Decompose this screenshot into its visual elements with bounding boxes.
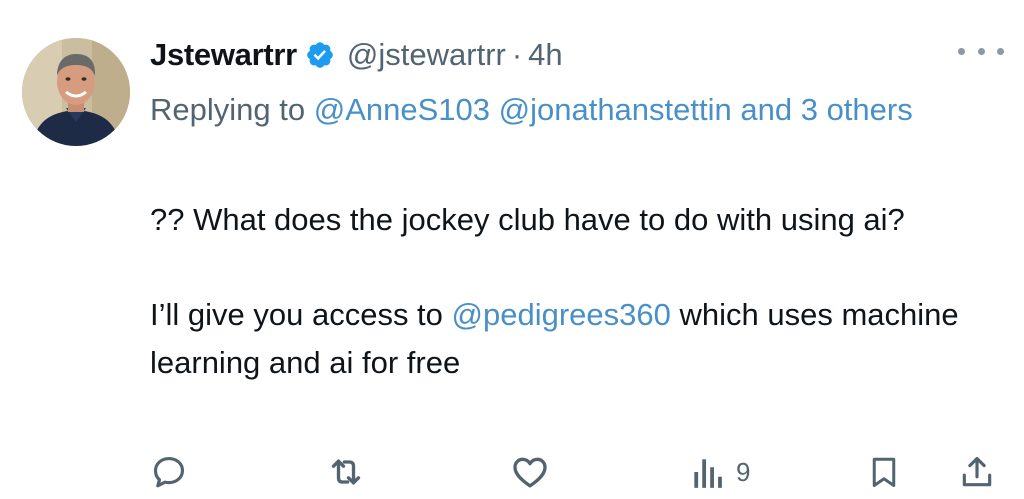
retweet-button[interactable]: [326, 450, 366, 494]
tweet-paragraph-2: I’ll give you access to @pedigrees360 wh…: [150, 291, 1010, 387]
tweet-text: ?? What does the jockey club have to do …: [150, 196, 1010, 387]
reply-button[interactable]: [150, 450, 188, 494]
bookmark-button[interactable]: [866, 450, 902, 494]
more-dot: [997, 47, 1004, 55]
tweet-text-segment: I’ll give you access to: [150, 297, 452, 332]
author-display-name[interactable]: Jstewartrr: [150, 37, 297, 73]
views-icon: [694, 459, 722, 488]
replying-prefix: Replying to: [150, 92, 314, 127]
views-button[interactable]: 9: [690, 450, 750, 494]
like-button[interactable]: [510, 450, 550, 494]
share-button[interactable]: [958, 450, 996, 494]
mention-and-others[interactable]: and 3 others: [740, 92, 912, 127]
replying-to: Replying to @AnneS103 @jonathanstettin a…: [150, 84, 970, 136]
tweet: Jstewartrr @jstewartrr · 4h Replying to …: [0, 0, 1024, 499]
more-dot: [958, 47, 965, 55]
mention-annes103[interactable]: @AnneS103: [314, 92, 490, 127]
avatar[interactable]: [22, 38, 130, 146]
share-icon: [962, 456, 992, 487]
tweet-paragraph-1: ?? What does the jockey club have to do …: [150, 202, 905, 237]
verified-badge-icon: [305, 40, 335, 70]
reply-icon: [153, 456, 185, 488]
avatar-image: [22, 38, 130, 146]
timestamp[interactable]: 4h: [528, 37, 562, 73]
mention-jonathanstettin[interactable]: @jonathanstettin: [499, 92, 732, 127]
mention-pedigrees360[interactable]: @pedigrees360: [452, 297, 671, 332]
views-count: 9: [736, 456, 751, 487]
more-icon[interactable]: [958, 44, 1004, 58]
separator-dot: ·: [511, 37, 523, 72]
tweet-header: Jstewartrr @jstewartrr · 4h: [150, 30, 563, 80]
bookmark-icon: [872, 457, 896, 487]
like-icon: [513, 457, 547, 488]
action-bar: 9: [150, 450, 1000, 494]
author-handle[interactable]: @jstewartrr: [347, 37, 506, 73]
retweet-icon: [331, 459, 361, 485]
more-dot: [977, 47, 985, 55]
